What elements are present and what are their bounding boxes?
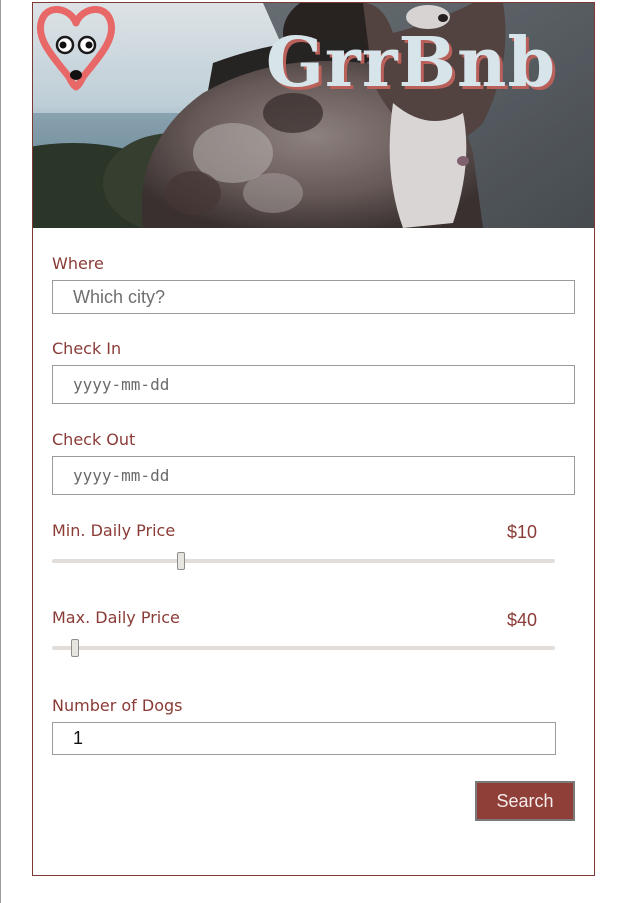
min-price-label: Min. Daily Price: [52, 521, 176, 540]
check-out-date-input[interactable]: [52, 456, 575, 495]
where-label: Where: [52, 254, 104, 273]
dogs-count-input[interactable]: [52, 722, 556, 755]
min-price-value: $10: [507, 522, 538, 542]
dog-heart-logo-icon: [36, 6, 116, 91]
dogs-label: Number of Dogs: [52, 696, 183, 715]
check-in-label: Check In: [52, 339, 122, 358]
brand-title: GrrBnb: [265, 23, 556, 103]
search-card: GrrBnb Where Check In Check Out Min. Dai…: [32, 2, 595, 876]
check-in-date-input[interactable]: [52, 365, 575, 404]
hero-banner: GrrBnb: [33, 3, 594, 228]
search-button[interactable]: Search: [475, 781, 575, 821]
max-price-slider-thumb[interactable]: [71, 639, 79, 657]
check-out-label: Check Out: [52, 430, 136, 449]
max-price-value: $40: [507, 610, 538, 630]
max-price-slider[interactable]: [52, 639, 555, 657]
where-input[interactable]: [52, 280, 575, 314]
min-price-slider-thumb[interactable]: [177, 552, 185, 570]
max-price-label: Max. Daily Price: [52, 608, 180, 627]
min-price-slider[interactable]: [52, 552, 555, 570]
page-left-border: [0, 0, 1, 903]
